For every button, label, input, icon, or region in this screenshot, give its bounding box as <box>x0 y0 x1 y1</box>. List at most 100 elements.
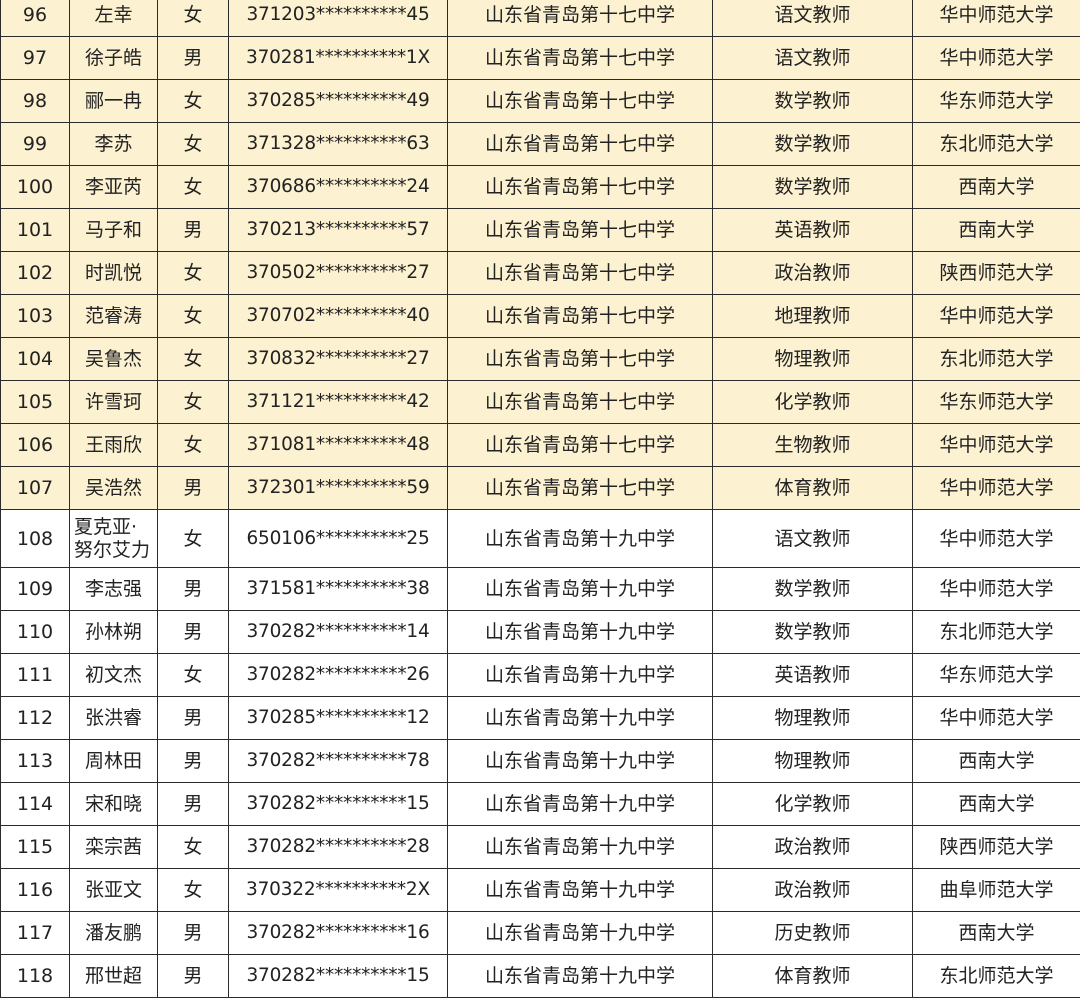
table-row: 109 李志强男 371581**********38 山东省青岛第十九中学 数学教师华… <box>0 567 1080 611</box>
row-number: 112 <box>0 696 70 740</box>
gender-cell: 女 <box>157 380 229 424</box>
id-number-cell: 370832**********27 <box>228 337 448 381</box>
school-cell: 山东省青岛第十七中学 <box>447 294 713 338</box>
gender-cell: 女 <box>157 868 229 912</box>
post-cell: 物理教师 <box>712 696 913 740</box>
post-cell: 数学教师 <box>712 165 913 209</box>
name-cell: 潘友鹏 <box>69 911 158 955</box>
school-cell: 山东省青岛第十七中学 <box>447 79 713 123</box>
table-row: 112 张洪睿男 370285**********12 山东省青岛第十九中学 物理教师华… <box>0 696 1080 740</box>
university-cell: 东北师范大学 <box>912 337 1080 381</box>
name-cell: 周林田 <box>69 739 158 783</box>
id-number-cell: 371203**********45 <box>228 0 448 37</box>
gender-cell: 女 <box>157 79 229 123</box>
post-cell: 历史教师 <box>712 911 913 955</box>
id-number-cell: 371328**********63 <box>228 122 448 166</box>
gender-cell: 男 <box>157 610 229 654</box>
school-cell: 山东省青岛第十七中学 <box>447 251 713 295</box>
name-cell: 王雨欣 <box>69 423 158 467</box>
post-cell: 体育教师 <box>712 466 913 510</box>
table-row: 111 初文杰女 370282**********26 山东省青岛第十九中学 英语教师华… <box>0 653 1080 697</box>
row-number: 117 <box>0 911 70 955</box>
row-number: 97 <box>0 36 70 80</box>
post-cell: 地理教师 <box>712 294 913 338</box>
school-cell: 山东省青岛第十九中学 <box>447 782 713 826</box>
row-number: 99 <box>0 122 70 166</box>
name-cell: 范睿涛 <box>69 294 158 338</box>
post-cell: 语文教师 <box>712 509 913 568</box>
name-cell: 左幸 <box>69 0 158 37</box>
name-cell: 初文杰 <box>69 653 158 697</box>
row-number: 108 <box>0 509 70 568</box>
post-cell: 生物教师 <box>712 423 913 467</box>
post-cell: 政治教师 <box>712 825 913 869</box>
row-number: 116 <box>0 868 70 912</box>
id-number-cell: 370282**********28 <box>228 825 448 869</box>
id-number-cell: 370686**********24 <box>228 165 448 209</box>
table-row: 99 李苏女 371328**********63 山东省青岛第十七中学 数学教师 东北师… <box>0 122 1080 166</box>
school-cell: 山东省青岛第十七中学 <box>447 208 713 252</box>
table-row: 116 张亚文女 370322**********2X 山东省青岛第十九中学 政治教师曲… <box>0 868 1080 912</box>
post-cell: 数学教师 <box>712 567 913 611</box>
name-cell: 吴鲁杰 <box>69 337 158 381</box>
name-cell: 郦一冉 <box>69 79 158 123</box>
row-number: 115 <box>0 825 70 869</box>
id-number-cell: 371081**********48 <box>228 423 448 467</box>
post-cell: 政治教师 <box>712 868 913 912</box>
gender-cell: 女 <box>157 0 229 37</box>
name-cell: 徐子皓 <box>69 36 158 80</box>
row-number: 107 <box>0 466 70 510</box>
university-cell: 陕西师范大学 <box>912 251 1080 295</box>
university-cell: 曲阜师范大学 <box>912 868 1080 912</box>
name-cell: 宋和晓 <box>69 782 158 826</box>
post-cell: 数学教师 <box>712 79 913 123</box>
table-row: 100 李亚芮女 370686**********24 山东省青岛第十七中学 数学教师西… <box>0 165 1080 209</box>
id-number-cell: 370282**********15 <box>228 782 448 826</box>
school-cell: 山东省青岛第十七中学 <box>447 36 713 80</box>
roster-sheet: 96 左幸女 371203**********45 山东省青岛第十七中学 语文教师 华中师… <box>0 0 1080 998</box>
gender-cell: 女 <box>157 294 229 338</box>
gender-cell: 男 <box>157 696 229 740</box>
table-row: 96 左幸女 371203**********45 山东省青岛第十七中学 语文教师 华中师… <box>0 0 1080 37</box>
post-cell: 化学教师 <box>712 380 913 424</box>
gender-cell: 女 <box>157 825 229 869</box>
name-cell: 马子和 <box>69 208 158 252</box>
table-row: 107 吴浩然男 372301**********59 山东省青岛第十七中学 体育教师华… <box>0 466 1080 510</box>
university-cell: 华中师范大学 <box>912 509 1080 568</box>
row-number: 113 <box>0 739 70 783</box>
post-cell: 体育教师 <box>712 954 913 998</box>
school-cell: 山东省青岛第十七中学 <box>447 380 713 424</box>
table-row: 115 栾宗茜女 370282**********28 山东省青岛第十九中学 政治教师陕… <box>0 825 1080 869</box>
table-row: 106 王雨欣女 371081**********48 山东省青岛第十七中学 生物教师华… <box>0 423 1080 467</box>
university-cell: 华中师范大学 <box>912 36 1080 80</box>
gender-cell: 女 <box>157 509 229 568</box>
table-row: 108 夏克亚·努尔艾力女 650106**********25 山东省青岛第十九中学… <box>0 509 1080 568</box>
row-number: 104 <box>0 337 70 381</box>
school-cell: 山东省青岛第十七中学 <box>447 466 713 510</box>
id-number-cell: 370502**********27 <box>228 251 448 295</box>
gender-cell: 男 <box>157 954 229 998</box>
id-number-cell: 370282**********26 <box>228 653 448 697</box>
gender-cell: 男 <box>157 739 229 783</box>
gender-cell: 男 <box>157 36 229 80</box>
row-number: 109 <box>0 567 70 611</box>
post-cell: 英语教师 <box>712 208 913 252</box>
post-cell: 数学教师 <box>712 122 913 166</box>
table-row: 113 周林田男 370282**********78 山东省青岛第十九中学 物理教师西… <box>0 739 1080 783</box>
name-cell: 孙林朔 <box>69 610 158 654</box>
row-number: 111 <box>0 653 70 697</box>
table-row: 110 孙林朔男 370282**********14 山东省青岛第十九中学 数学教师东… <box>0 610 1080 654</box>
university-cell: 华中师范大学 <box>912 423 1080 467</box>
id-number-cell: 370282**********78 <box>228 739 448 783</box>
row-number: 101 <box>0 208 70 252</box>
name-cell: 李苏 <box>69 122 158 166</box>
university-cell: 华东师范大学 <box>912 380 1080 424</box>
school-cell: 山东省青岛第十九中学 <box>447 567 713 611</box>
name-cell: 夏克亚·努尔艾力 <box>69 509 158 568</box>
university-cell: 东北师范大学 <box>912 954 1080 998</box>
table-row: 105 许雪珂女 371121**********42 山东省青岛第十七中学 化学教师华… <box>0 380 1080 424</box>
gender-cell: 男 <box>157 911 229 955</box>
gender-cell: 女 <box>157 165 229 209</box>
name-cell: 时凯悦 <box>69 251 158 295</box>
post-cell: 物理教师 <box>712 337 913 381</box>
